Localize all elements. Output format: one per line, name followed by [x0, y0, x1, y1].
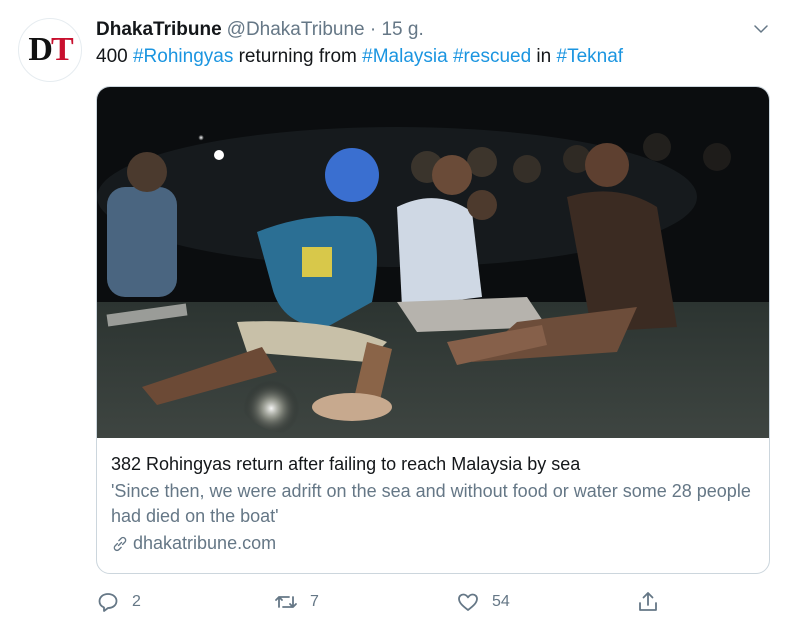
handle-and-time[interactable]: @DhakaTribune · 15 g.: [227, 19, 424, 41]
card-title[interactable]: 382 Rohingyas return after failing to re…: [111, 452, 755, 476]
like-count: 54: [492, 593, 510, 610]
avatar[interactable]: DT: [18, 18, 82, 82]
hashtag-link[interactable]: #Malaysia: [362, 46, 448, 67]
hashtag-link[interactable]: #Rohingyas: [133, 46, 233, 67]
card-domain[interactable]: dhakatribune.com: [111, 533, 755, 554]
like-button[interactable]: 54: [456, 590, 510, 614]
dhakatribune-logo: DT: [28, 31, 73, 68]
display-name[interactable]: DhakaTribune: [96, 19, 222, 41]
tweet-text: 400 #Rohingyas returning from #Malaysia …: [96, 46, 623, 68]
link-card[interactable]: 382 Rohingyas return after failing to re…: [96, 86, 770, 574]
tweet[interactable]: DT DhakaTribune @DhakaTribune · 15 g. 40…: [0, 0, 790, 623]
hashtag-link[interactable]: #Teknaf: [557, 46, 624, 67]
text-segment: in: [531, 46, 557, 67]
card-image[interactable]: [97, 87, 769, 438]
card-domain-text: dhakatribune.com: [133, 533, 277, 553]
share-icon: [639, 592, 657, 611]
retweet-count: 7: [310, 593, 319, 610]
link-icon: [113, 536, 127, 551]
text-segment: 400: [96, 46, 133, 67]
card-description: 'Since then, we were adrift on the sea a…: [111, 481, 751, 526]
tweet-header: DhakaTribune @DhakaTribune · 15 g.: [96, 18, 424, 42]
chevron-down-icon[interactable]: [752, 20, 770, 38]
retweet-button[interactable]: 7: [274, 590, 319, 614]
reply-count: 2: [132, 593, 141, 610]
heart-icon: [458, 593, 478, 611]
hashtag-link[interactable]: #rescued: [453, 46, 531, 67]
card-body: 382 Rohingyas return after failing to re…: [111, 452, 755, 554]
retweet-icon: [275, 596, 297, 608]
reply-icon: [98, 593, 118, 612]
share-button[interactable]: [636, 590, 672, 614]
text-segment: returning from: [233, 46, 363, 67]
reply-button[interactable]: 2: [96, 590, 141, 614]
tweet-actions: 2 7 54: [96, 590, 676, 616]
